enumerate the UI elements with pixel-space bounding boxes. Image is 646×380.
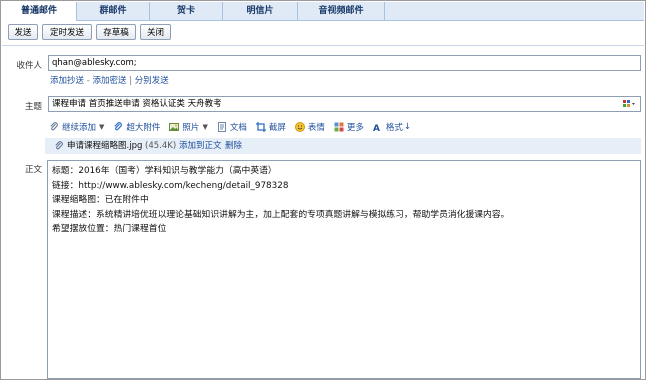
send-button[interactable]: 发送 bbox=[8, 24, 38, 40]
photo-label: 照片 bbox=[182, 123, 200, 133]
body-line-link: 链接：http://www.ablesky.com/kecheng/detail… bbox=[52, 180, 289, 191]
chevron-down-icon[interactable]: ▼ bbox=[99, 123, 104, 131]
tab-postcard[interactable]: 明信片 bbox=[223, 2, 298, 20]
screenshot-label: 截屏 bbox=[268, 123, 286, 133]
screenshot-button[interactable]: 截屏 bbox=[255, 121, 286, 133]
photo-icon bbox=[169, 122, 180, 132]
document-label: 文档 bbox=[229, 123, 247, 133]
compose-tabs: 普通邮件 群邮件 贺卡 明信片 音视频邮件 bbox=[2, 2, 644, 21]
large-paperclip-icon bbox=[113, 122, 123, 132]
body-editor[interactable]: 标题：2016年（国考）学科知识与教学能力（高中英语） 链接：http://ww… bbox=[47, 160, 641, 379]
attachment-toolbar: 继续添加 ▼ 超大附件 照片 ▼ 文档 截屏 表情 更多 A 格式 ↓ bbox=[49, 120, 420, 134]
document-icon bbox=[217, 122, 227, 132]
photo-chevron-down-icon[interactable]: ▼ bbox=[202, 123, 207, 131]
smiley-icon bbox=[294, 122, 305, 132]
recipient-value: qhan@ablesky.com; bbox=[52, 58, 137, 68]
link-divider: | bbox=[129, 76, 133, 86]
recipient-options: 添加抄送 - 添加密送 | 分别发送 bbox=[50, 74, 169, 86]
grid-icon bbox=[334, 122, 344, 132]
attachment-filename: 申请课程缩略图.jpg bbox=[67, 141, 143, 151]
separate-send-link[interactable]: 分别发送 bbox=[135, 76, 169, 86]
save-draft-button[interactable]: 存草稿 bbox=[96, 24, 136, 40]
close-button[interactable]: 关闭 bbox=[140, 24, 171, 40]
compose-window: 普通邮件 群邮件 贺卡 明信片 音视频邮件 发送 定时发送 存草稿 关闭 收件人… bbox=[0, 0, 646, 380]
delete-attachment-link[interactable]: 删除 bbox=[225, 138, 242, 154]
emoji-button[interactable]: 表情 bbox=[294, 121, 325, 133]
continue-add-button[interactable]: 继续添加 ▼ bbox=[49, 121, 104, 133]
attachment-size: (45.4K) bbox=[145, 141, 177, 151]
large-attachment-button[interactable]: 超大附件 bbox=[113, 121, 160, 133]
subject-value: 课程申请 首页推送申请 资格认证类 天舟教考 bbox=[52, 99, 222, 109]
tab-video-mail[interactable]: 音视频邮件 bbox=[298, 2, 385, 20]
photo-button[interactable]: 照片 ▼ bbox=[169, 121, 208, 133]
screenshot-icon bbox=[255, 122, 266, 132]
format-arrow-icon: ↓ bbox=[403, 122, 412, 132]
body-line-position: 希望摆放位置：热门课程首位 bbox=[52, 224, 167, 235]
compose-toolbar: 发送 定时发送 存草稿 关闭 bbox=[2, 21, 644, 46]
add-cc-link[interactable]: 添加抄送 bbox=[50, 76, 84, 86]
svg-text:A: A bbox=[373, 124, 380, 132]
body-line-title: 标题：2016年（国考）学科知识与教学能力（高中英语） bbox=[52, 166, 277, 176]
document-button[interactable]: 文档 bbox=[217, 121, 247, 133]
tab-group-mail[interactable]: 群邮件 bbox=[77, 2, 150, 20]
large-attachment-label: 超大附件 bbox=[126, 123, 161, 133]
recipient-label: 收件人 bbox=[16, 61, 42, 71]
format-button[interactable]: A 格式 ↓ bbox=[373, 121, 412, 134]
continue-add-label: 继续添加 bbox=[62, 123, 97, 133]
tab-normal-mail[interactable]: 普通邮件 bbox=[2, 2, 77, 21]
emoji-label: 表情 bbox=[307, 123, 325, 133]
scheduled-send-button[interactable]: 定时发送 bbox=[42, 24, 92, 40]
body-line-description: 课程描述：系统精讲培优班以理论基础知识讲解为主，加上配套的专项真题讲解与模拟练习… bbox=[52, 209, 510, 220]
body-label: 正文 bbox=[24, 165, 42, 175]
subject-label: 主题 bbox=[24, 102, 42, 112]
link-separator: - bbox=[86, 76, 90, 86]
more-button[interactable]: 更多 bbox=[334, 121, 364, 133]
subject-input[interactable]: 课程申请 首页推送申请 资格认证类 天舟教考 bbox=[48, 96, 641, 112]
format-label: 格式 bbox=[385, 123, 403, 133]
recipient-input[interactable]: qhan@ablesky.com; bbox=[48, 55, 641, 71]
body-line-thumbnail: 课程缩略图：已在附件中 bbox=[52, 195, 149, 206]
tab-greeting-card[interactable]: 贺卡 bbox=[150, 2, 223, 20]
attachment-row: 申请课程缩略图.jpg (45.4K) 添加到正文 删除 bbox=[45, 138, 641, 154]
format-icon: A bbox=[373, 122, 383, 134]
priority-icon[interactable] bbox=[622, 97, 636, 111]
add-to-body-link[interactable]: 添加到正文 bbox=[179, 138, 222, 154]
attachment-paperclip-icon bbox=[54, 141, 64, 157]
paperclip-icon bbox=[49, 122, 59, 132]
more-label: 更多 bbox=[346, 123, 364, 133]
add-bcc-link[interactable]: 添加密送 bbox=[93, 76, 127, 86]
